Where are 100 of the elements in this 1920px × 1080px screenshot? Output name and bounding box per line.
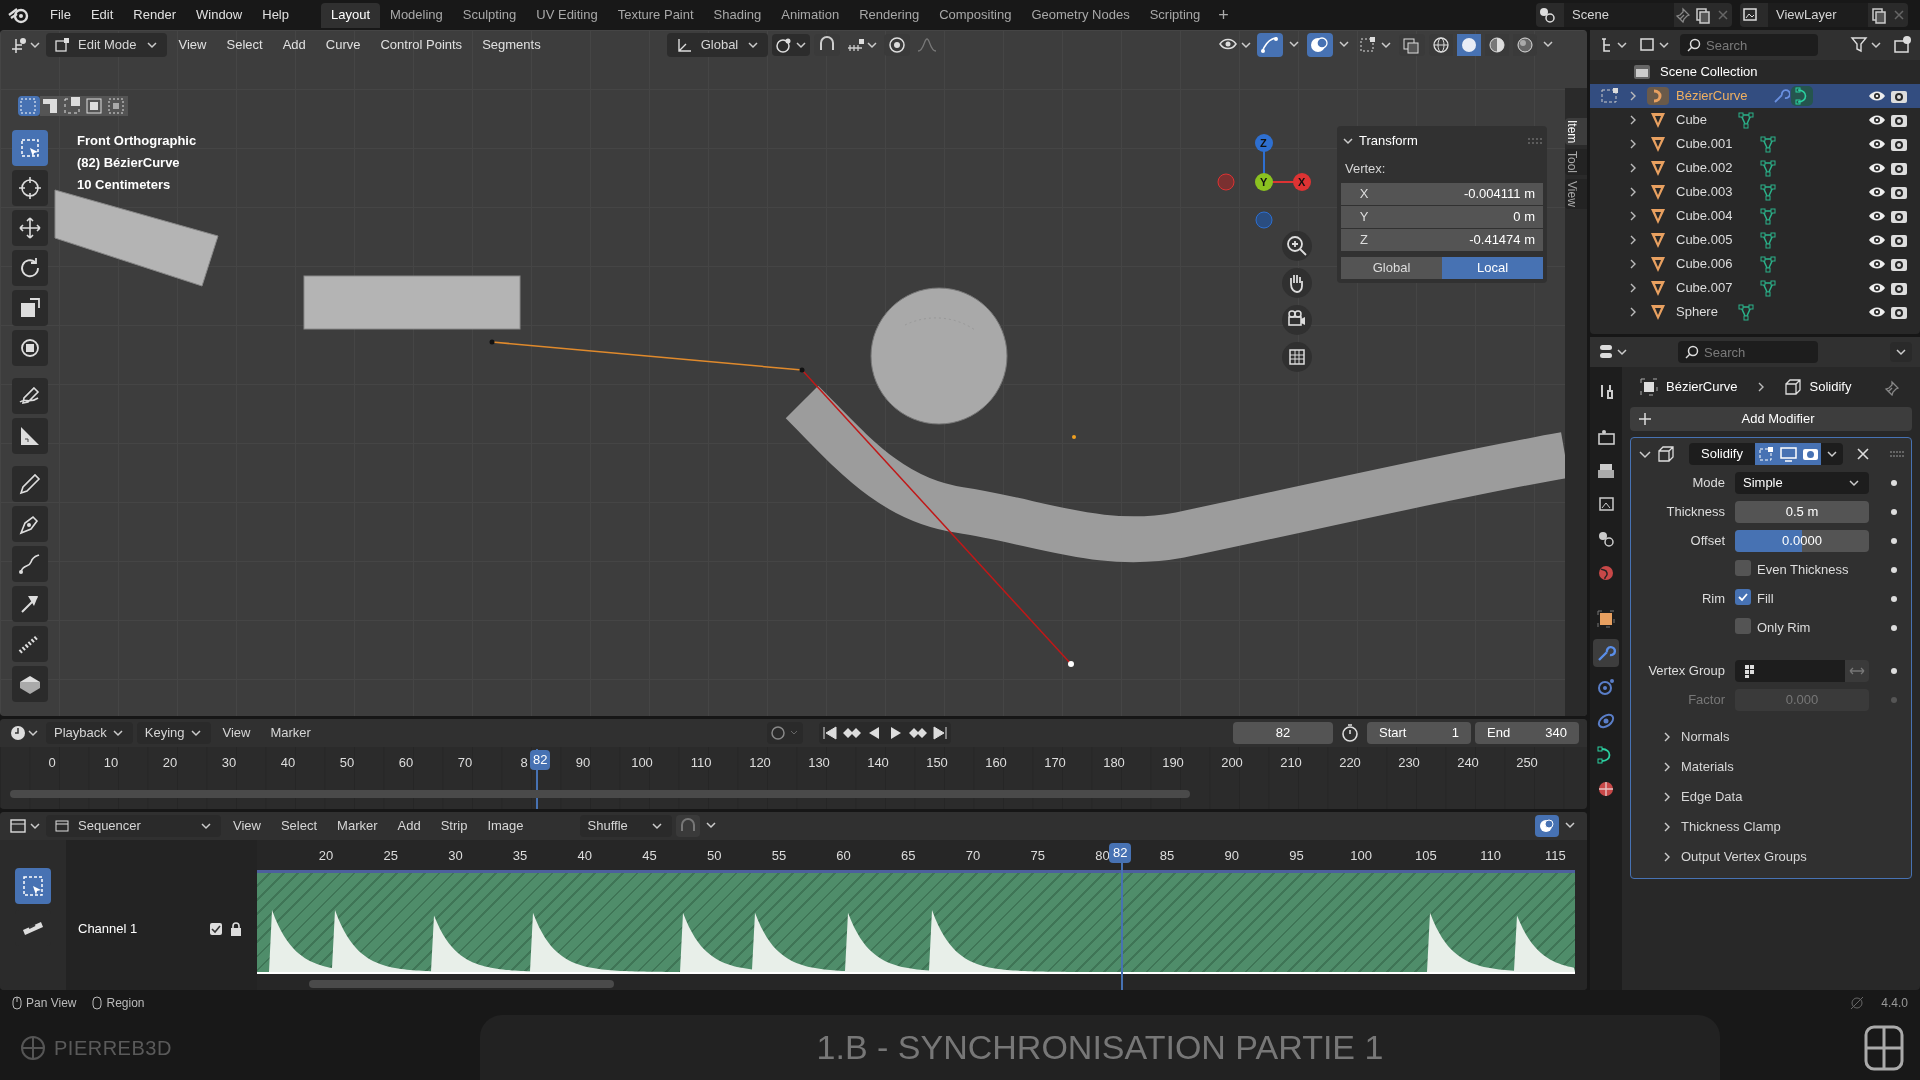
object-name[interactable]: Cube [1676, 110, 1738, 130]
sidebar-tab[interactable]: Item [1565, 118, 1587, 146]
workspace-tab[interactable]: Geometry Nodes [1021, 2, 1140, 28]
menu-item[interactable]: Curve [317, 35, 369, 55]
object-name[interactable]: Cube.002 [1676, 158, 1760, 178]
menu-item[interactable]: Window [188, 1, 251, 29]
frame-number: 110 [1480, 847, 1501, 865]
menu-item[interactable]: Playback [46, 722, 133, 744]
workspace-tab[interactable]: Scripting [1139, 2, 1211, 28]
frame-number: 100 [631, 754, 653, 772]
frame-range-field[interactable]: End 340 [1475, 722, 1579, 744]
menu-item[interactable]: Edit [82, 1, 122, 29]
object-name[interactable]: Cube.006 [1676, 254, 1760, 274]
outliner-row[interactable]: Cube [1590, 108, 1920, 132]
menu-item[interactable]: Marker [262, 722, 319, 744]
outliner-row[interactable]: Cube.001 [1590, 132, 1920, 156]
dropdown[interactable]: Simple [1735, 471, 1869, 494]
outliner-row[interactable]: BézierCurve [1590, 84, 1920, 108]
subpanel-header[interactable]: Thickness Clamp [1637, 812, 1905, 842]
menu-item[interactable]: View [170, 35, 215, 55]
axis-label: Z [1359, 230, 1369, 249]
object-name[interactable]: Cube.004 [1676, 206, 1760, 226]
status-hint: Pan View [26, 994, 77, 1012]
current-frame-field[interactable]: 82 [1233, 722, 1333, 744]
workspace-tab[interactable]: Sculpting [452, 2, 527, 28]
outliner-row[interactable]: Sphere [1590, 300, 1920, 324]
object-name[interactable]: Cube.007 [1676, 278, 1760, 298]
subpanel-header[interactable]: Output Vertex Groups [1637, 842, 1905, 872]
overlap-mode-dropdown[interactable]: Shuffle [579, 815, 672, 837]
workspace-tab[interactable]: UV Editing [526, 2, 608, 28]
menu-item[interactable]: File [42, 1, 79, 29]
view-layer-field[interactable]: ViewLayer [1768, 3, 1868, 27]
menu-item[interactable]: Segments [474, 35, 549, 55]
number-field[interactable]: X -0.004111 m [1341, 182, 1543, 205]
breadcrumb-item[interactable]: Solidify [1809, 377, 1852, 397]
space-toggle[interactable]: Global [1341, 256, 1442, 279]
add-workspace-button[interactable]: + [1210, 1, 1237, 29]
workspace-tab[interactable]: Compositing [929, 2, 1022, 28]
frame-range-field[interactable]: Start 1 [1367, 722, 1471, 744]
field-label: Offset [1690, 531, 1725, 550]
search-field[interactable]: Search [1680, 34, 1818, 56]
menu-item[interactable]: Marker [329, 816, 386, 836]
outliner-row[interactable]: Cube.005 [1590, 228, 1920, 252]
collection-name[interactable]: Scene Collection [1660, 62, 1758, 82]
outliner-row[interactable]: Cube.002 [1590, 156, 1920, 180]
object-name[interactable]: Cube.003 [1676, 182, 1760, 202]
number-field[interactable]: 0.5 m [1735, 500, 1869, 523]
breadcrumb-item[interactable]: BézierCurve [1666, 377, 1738, 397]
frame-number: 35 [512, 847, 528, 865]
menu-item[interactable]: Image [479, 816, 532, 836]
space-toggle[interactable]: Local [1442, 256, 1543, 279]
menu-item[interactable]: View [214, 722, 259, 744]
subpanel-header[interactable]: Normals [1637, 722, 1905, 752]
orientation-dropdown[interactable]: Global [666, 33, 769, 57]
slider-field[interactable]: 0.0000 [1735, 529, 1869, 552]
menu-item[interactable]: Control Points [372, 35, 471, 55]
checkbox-label[interactable]: Even Thickness [1757, 559, 1849, 580]
workspace-tab[interactable]: Texture Paint [607, 2, 704, 28]
menu-item[interactable]: Add [389, 816, 429, 836]
workspace-tab[interactable]: Animation [771, 2, 850, 28]
object-name[interactable]: BézierCurve [1676, 86, 1766, 106]
object-name[interactable]: Cube.005 [1676, 230, 1760, 250]
workspace-tab[interactable]: Shading [703, 2, 772, 28]
workspace-tab[interactable]: Modeling [380, 2, 453, 28]
outliner-row[interactable]: Cube.006 [1590, 252, 1920, 276]
number-field[interactable]: Z -0.41474 m [1341, 228, 1543, 251]
outliner-row[interactable]: Cube.003 [1590, 180, 1920, 204]
outliner-row[interactable]: Cube.007 [1590, 276, 1920, 300]
outliner-row[interactable]: Cube.004 [1590, 204, 1920, 228]
checkbox-label[interactable]: Fill [1757, 588, 1774, 609]
frame-number: 50 [339, 754, 355, 772]
menu-item[interactable]: Add [274, 35, 314, 55]
scene-field[interactable]: Scene [1564, 3, 1674, 27]
add-modifier-button[interactable]: Add Modifier [1630, 407, 1912, 431]
menu-item[interactable]: View [225, 816, 269, 836]
mode-dropdown[interactable]: Edit Mode [46, 33, 167, 57]
menu-item[interactable]: Help [254, 1, 297, 29]
workspace-tab[interactable]: Layout [321, 2, 381, 28]
sidebar-tab[interactable]: Tool [1565, 149, 1587, 176]
subpanel-header[interactable]: Materials [1637, 752, 1905, 782]
frame-number: 210 [1280, 754, 1302, 772]
sidebar-tab[interactable]: View [1565, 179, 1587, 210]
menu-item[interactable]: Render [125, 1, 184, 29]
playhead-frame[interactable]: 82 [530, 750, 551, 770]
frame-number: 70 [965, 847, 981, 865]
subpanel-header[interactable]: Edge Data [1637, 782, 1905, 812]
object-name[interactable]: Cube.001 [1676, 134, 1760, 154]
menu-item[interactable]: Keying [136, 722, 211, 744]
menu-item[interactable]: Select [272, 816, 326, 836]
menu-item[interactable]: Strip [432, 816, 476, 836]
search-field[interactable]: Search [1678, 341, 1818, 363]
menu-item[interactable]: Select [218, 35, 271, 55]
playhead-frame[interactable]: 82 [1109, 843, 1132, 863]
object-name[interactable]: Sphere [1676, 302, 1738, 322]
number-field[interactable]: Y 0 m [1341, 205, 1543, 228]
field-value: 340 [1545, 724, 1567, 743]
workspace-tab[interactable]: Rendering [849, 2, 930, 28]
view-type-dropdown[interactable]: Sequencer [46, 815, 221, 837]
checkbox-label[interactable]: Only Rim [1757, 617, 1811, 638]
panel-title[interactable]: Transform [1359, 131, 1418, 151]
